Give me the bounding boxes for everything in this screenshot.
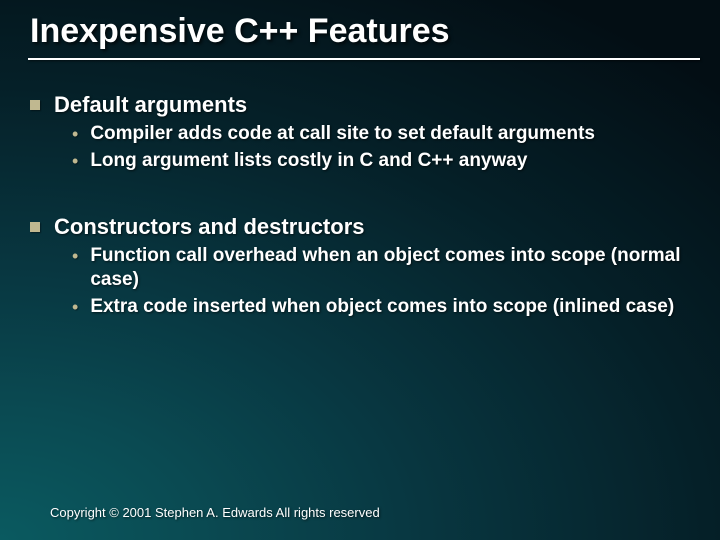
list-item: • Extra code inserted when object comes …: [72, 295, 690, 319]
dot-bullet-icon: •: [72, 295, 78, 319]
square-bullet-icon: [30, 222, 40, 232]
list-item: • Long argument lists costly in C and C+…: [72, 149, 690, 173]
bullet-text: Extra code inserted when object comes in…: [90, 295, 674, 319]
slide-content: Default arguments • Compiler adds code a…: [30, 80, 690, 322]
bullet-text: Compiler adds code at call site to set d…: [90, 122, 595, 146]
bullet-text: Long argument lists costly in C and C++ …: [90, 149, 527, 173]
dot-bullet-icon: •: [72, 149, 78, 173]
dot-bullet-icon: •: [72, 122, 78, 146]
list-item: • Compiler adds code at call site to set…: [72, 122, 690, 146]
list-item: Constructors and destructors: [30, 214, 690, 240]
list-item: • Function call overhead when an object …: [72, 244, 690, 292]
section-heading: Default arguments: [54, 92, 247, 118]
spacer: [30, 176, 690, 202]
title-underline: [28, 58, 700, 60]
list-item: Default arguments: [30, 92, 690, 118]
copyright-footer: Copyright © 2001 Stephen A. Edwards All …: [50, 505, 380, 520]
slide: Inexpensive C++ Features Default argumen…: [0, 0, 720, 540]
square-bullet-icon: [30, 100, 40, 110]
bullet-text: Function call overhead when an object co…: [90, 244, 690, 292]
section-heading: Constructors and destructors: [54, 214, 365, 240]
dot-bullet-icon: •: [72, 244, 78, 268]
slide-title: Inexpensive C++ Features: [30, 12, 690, 51]
